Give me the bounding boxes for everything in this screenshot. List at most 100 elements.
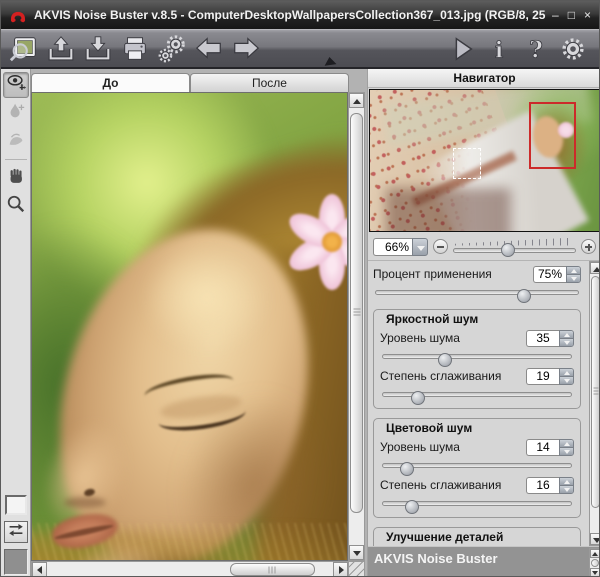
thumb-grip [353,309,360,318]
titlebar[interactable]: AKVIS Noise Buster v.8.5 - ComputerDeskt… [1,1,599,29]
spin-down-button[interactable] [560,448,573,455]
param-spinbox[interactable]: 19 [526,368,574,385]
zoom-tool-button[interactable] [3,193,29,219]
scroll-left-button[interactable] [32,562,47,577]
settings-scroll-thumb[interactable] [591,276,600,508]
scroll-up-button[interactable] [590,549,600,558]
hand-icon [6,166,26,191]
scroll-down-button[interactable] [590,533,600,545]
param-slider[interactable] [382,496,572,511]
tab-after[interactable]: После [190,73,349,92]
help-button[interactable]: ? [519,32,553,66]
save-button[interactable] [81,32,115,66]
close-button[interactable]: × [584,9,591,21]
scroll-down-button[interactable] [590,568,600,577]
swap-views-button[interactable] [4,521,28,543]
apply-slider-handle[interactable] [517,289,531,303]
vertical-scroll-thumb[interactable] [350,113,363,513]
tab-before[interactable]: До [31,73,190,92]
param-slider[interactable] [382,387,572,402]
print-button[interactable] [118,32,152,66]
canvas-vertical-scrollbar [348,92,365,561]
status-scroll-thumb[interactable] [591,559,599,567]
scroll-up-button[interactable] [590,262,600,274]
smudge-icon [6,129,26,154]
hand-tool-button[interactable] [3,165,29,191]
scroll-left-icon [37,566,42,574]
toolbar-collapse-arrow[interactable] [324,56,337,66]
param-spinbox[interactable]: 35 [526,330,574,347]
zoom-combo[interactable]: 66% [373,238,428,256]
spin-down-button[interactable] [560,339,573,346]
spin-down-button[interactable] [560,486,573,493]
param-label: Уровень шума [380,440,460,454]
toolbar: i ? [1,29,599,69]
zoom-ticks [455,238,574,246]
spin-up-button[interactable] [560,478,573,486]
info-icon: i [484,34,514,64]
info-button[interactable]: i [482,32,516,66]
scroll-up-icon [593,267,600,272]
param-label: Степень сглаживания [380,478,501,492]
zoom-slider[interactable] [453,238,576,256]
undo-button[interactable] [192,32,226,66]
param-value: 14 [526,439,559,456]
minimize-button[interactable]: – [552,9,559,21]
apply-slider[interactable] [375,285,579,300]
quick-preview-tool-button[interactable] [3,100,29,126]
group-color-noise: Цветовой шум Уровень шума 14 Степень сгл… [373,418,581,518]
scroll-up-button[interactable] [349,93,364,108]
import-button[interactable] [44,32,78,66]
spin-down-button[interactable] [567,275,580,282]
preview-area-tool-button[interactable] [3,72,29,98]
param-slider[interactable] [382,349,572,364]
zoom-dropdown-button[interactable] [412,238,428,256]
zoom-slider-handle[interactable] [501,243,515,257]
navigator-view-frame[interactable] [529,102,576,169]
batch-processing-button[interactable] [155,32,189,66]
slider-track [375,290,579,295]
spin-down-button[interactable] [560,377,573,384]
color-swatch[interactable] [4,549,28,575]
open-image-button[interactable] [7,32,41,66]
spin-up-button[interactable] [560,440,573,448]
maximize-button[interactable]: □ [568,9,575,21]
navigator-thumbnail[interactable] [370,90,600,231]
param-spinbox[interactable]: 16 [526,477,574,494]
scroll-down-icon [353,551,361,556]
zoom-in-button[interactable] [581,239,596,254]
group-luminance-noise: Яркостной шум Уровень шума 35 Степень сг… [373,309,581,409]
tool-strip [1,69,31,577]
resize-grip[interactable] [348,561,365,577]
quick-preview-icon [6,101,26,126]
param-label: Уровень шума [380,331,460,345]
preferences-button[interactable] [556,32,590,66]
param-slider-handle[interactable] [405,500,419,514]
spin-up-button[interactable] [560,331,573,339]
apply-value: 75% [533,266,566,283]
param-spinbox[interactable]: 14 [526,439,574,456]
spin-up-button[interactable] [567,267,580,275]
param-slider-handle[interactable] [411,391,425,405]
scroll-right-button[interactable] [333,562,348,577]
svg-text:?: ? [529,35,543,63]
swap-arrows-icon [7,522,25,543]
smudge-tool-button[interactable] [3,128,29,154]
zoom-icon [6,194,26,219]
preview-area-rect[interactable] [453,148,481,179]
redo-button[interactable] [229,32,263,66]
apply-spinbox[interactable]: 75% [533,266,581,283]
image-canvas[interactable] [31,92,348,561]
horizontal-scroll-thumb[interactable] [230,563,315,576]
batch-processing-icon [157,34,187,64]
run-button[interactable] [445,32,479,66]
scroll-down-button[interactable] [349,545,364,560]
zoom-out-button[interactable] [433,239,448,254]
save-icon [83,34,113,64]
param-slider-handle[interactable] [400,462,414,476]
param-slider[interactable] [382,458,572,473]
background-color-button[interactable] [5,495,27,515]
redo-icon [231,34,261,64]
spin-up-button[interactable] [560,369,573,377]
param-slider-handle[interactable] [438,353,452,367]
